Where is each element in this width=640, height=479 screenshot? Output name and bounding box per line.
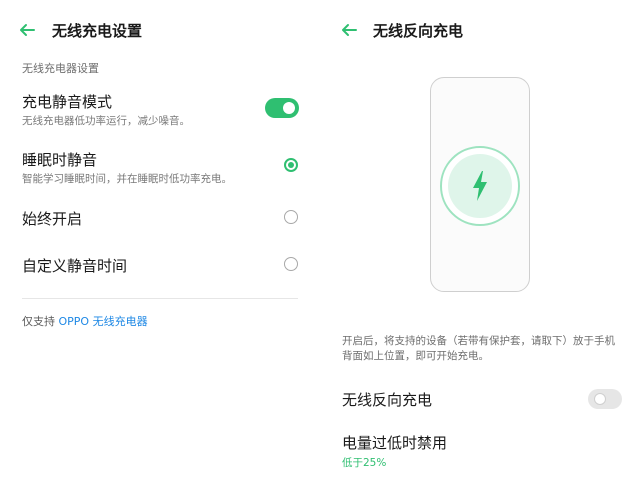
description-text: 开启后，将支持的设备（若带有保护套，请取下）放于手机背面如上位置，即可开始充电。 <box>342 335 615 362</box>
always-on-radio[interactable] <box>284 210 298 224</box>
silent-mode-subtitle: 无线充电器低功率运行，减少噪音。 <box>22 115 190 127</box>
divider <box>22 298 298 299</box>
custom-silent-time-title: 自定义静音时间 <box>22 257 128 275</box>
page-title: 无线充电设置 <box>52 22 143 40</box>
reverse-wireless-charging-screen: 无线反向充电 开启后，将支持的设备（若带有保护套，请取下）放于手机背面如上位置，… <box>320 0 640 479</box>
lightning-bolt-icon <box>473 171 487 201</box>
sleep-silent-subtitle: 智能学习睡眠时间，并在睡眠时低功率充电。 <box>22 173 232 185</box>
sleep-silent-title: 睡眠时静音 <box>22 151 98 169</box>
sleep-silent-radio[interactable] <box>284 158 298 172</box>
toggle-knob <box>594 393 606 405</box>
custom-silent-time-radio[interactable] <box>284 257 298 271</box>
back-arrow-icon[interactable] <box>16 19 38 41</box>
silent-mode-toggle[interactable] <box>265 98 299 118</box>
section-header: 无线充电器设置 <box>22 62 99 75</box>
silent-mode-title: 充电静音模式 <box>22 93 113 111</box>
reverse-charging-title: 无线反向充电 <box>342 391 433 409</box>
footer-note: 仅支持 OPPO 无线充电器 <box>22 313 148 329</box>
always-on-title: 始终开启 <box>22 210 83 228</box>
disable-when-low-title[interactable]: 电量过低时禁用 <box>342 432 447 453</box>
toggle-knob <box>283 102 295 114</box>
back-arrow-icon[interactable] <box>338 19 360 41</box>
battery-threshold-value: 低于25% <box>342 457 387 469</box>
page-title: 无线反向充电 <box>373 22 464 40</box>
oppo-charger-link[interactable]: OPPO 无线充电器 <box>59 315 148 328</box>
footer-prefix: 仅支持 <box>22 315 55 328</box>
wireless-charging-settings-screen: 无线充电设置 无线充电器设置 充电静音模式 无线充电器低功率运行，减少噪音。 睡… <box>0 0 320 479</box>
reverse-charging-toggle[interactable] <box>588 389 622 409</box>
